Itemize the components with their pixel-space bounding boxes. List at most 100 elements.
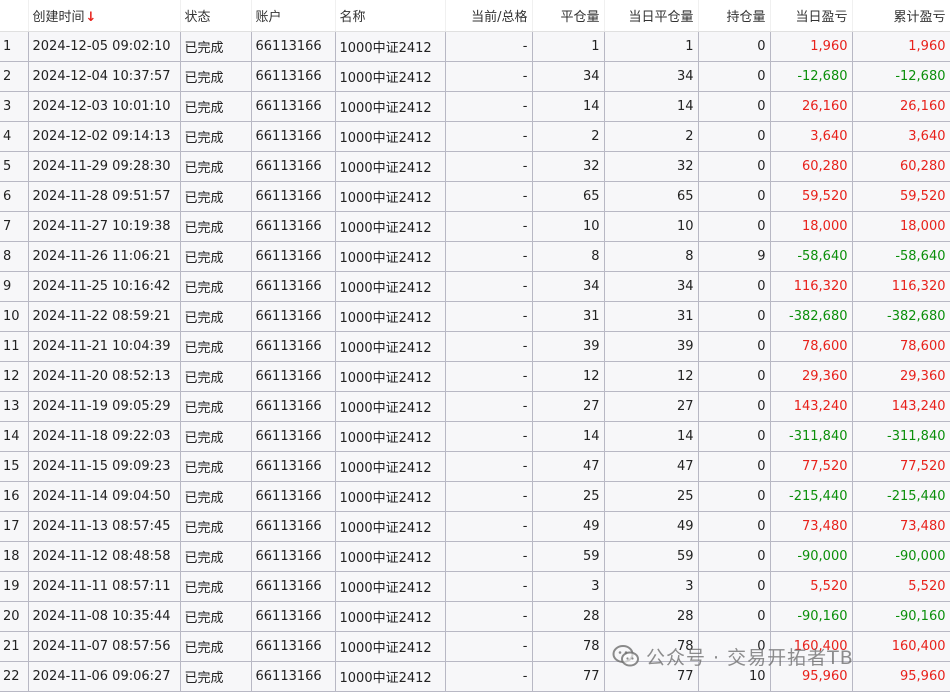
cell-cumulative-pnl: 78,600	[852, 331, 950, 362]
cell-created-time: 2024-11-22 08:59:21	[28, 301, 181, 332]
cell-created-time: 2024-11-12 08:48:58	[28, 541, 181, 572]
cell-today-close-qty: 78	[604, 631, 699, 662]
cell-status: 已完成	[180, 331, 252, 362]
cell-holding-qty: 0	[698, 271, 771, 302]
table-row[interactable]: 16 2024-11-14 09:04:50 已完成 66113166 1000中证24…	[0, 481, 950, 512]
cell-today-close-qty: 49	[604, 511, 699, 542]
cell-holding-qty: 0	[698, 121, 771, 152]
table-row[interactable]: 19 2024-11-11 08:57:11 已完成 66113166 1000中证24…	[0, 571, 950, 602]
cell-current-total: -	[445, 541, 533, 572]
cell-account: 66113166	[251, 481, 336, 512]
cell-holding-qty: 0	[698, 391, 771, 422]
table-row[interactable]: 12 2024-11-20 08:52:13 已完成 66113166 1000中证24…	[0, 361, 950, 392]
column-header-label: 创建时间	[32, 10, 85, 25]
cell-daily-pnl: 95,960	[770, 661, 853, 692]
column-header-account[interactable]: 账户	[251, 0, 336, 32]
cell-account: 66113166	[251, 91, 336, 122]
cell-index: 11	[0, 331, 29, 362]
table-row[interactable]: 11 2024-11-21 10:04:39 已完成 66113166 1000中证24…	[0, 331, 950, 362]
cell-daily-pnl: -382,680	[770, 301, 853, 332]
cell-cumulative-pnl: 5,520	[852, 571, 950, 602]
cell-current-total: -	[445, 91, 533, 122]
cell-today-close-qty: 14	[604, 421, 699, 452]
cell-today-close-qty: 34	[604, 271, 699, 302]
cell-current-total: -	[445, 481, 533, 512]
cell-created-time: 2024-11-26 11:06:21	[28, 241, 181, 272]
column-header-created-time[interactable]: 创建时间↓	[28, 0, 181, 32]
column-header-today-close-qty[interactable]: 当日平仓量	[604, 0, 699, 32]
cell-index: 17	[0, 511, 29, 542]
cell-name: 1000中证2412	[335, 31, 446, 62]
table-row[interactable]: 10 2024-11-22 08:59:21 已完成 66113166 1000中证24…	[0, 301, 950, 332]
cell-close-qty: 78	[532, 631, 605, 662]
table-row[interactable]: 18 2024-11-12 08:48:58 已完成 66113166 1000中证24…	[0, 541, 950, 572]
table-header: 创建时间↓ 状态 账户 名称 当前/总格 平仓量 当日平仓量 持仓量 当日盈亏 …	[0, 0, 950, 32]
cell-today-close-qty: 3	[604, 571, 699, 602]
table-row[interactable]: 8 2024-11-26 11:06:21 已完成 66113166 1000中证241…	[0, 241, 950, 272]
cell-holding-qty: 0	[698, 451, 771, 482]
cell-holding-qty: 0	[698, 541, 771, 572]
cell-created-time: 2024-11-14 09:04:50	[28, 481, 181, 512]
cell-daily-pnl: 29,360	[770, 361, 853, 392]
table-row[interactable]: 15 2024-11-15 09:09:23 已完成 66113166 1000中证24…	[0, 451, 950, 482]
cell-close-qty: 65	[532, 181, 605, 212]
column-header-cumulative-pnl[interactable]: 累计盈亏	[852, 0, 950, 32]
table-row[interactable]: 17 2024-11-13 08:57:45 已完成 66113166 1000中证24…	[0, 511, 950, 542]
cell-name: 1000中证2412	[335, 391, 446, 422]
cell-current-total: -	[445, 571, 533, 602]
cell-close-qty: 77	[532, 661, 605, 692]
table-row[interactable]: 6 2024-11-28 09:51:57 已完成 66113166 1000中证241…	[0, 181, 950, 212]
cell-current-total: -	[445, 241, 533, 272]
cell-status: 已完成	[180, 541, 252, 572]
cell-index: 10	[0, 301, 29, 332]
column-header-daily-pnl[interactable]: 当日盈亏	[770, 0, 853, 32]
cell-close-qty: 25	[532, 481, 605, 512]
cell-index: 1	[0, 31, 29, 62]
column-header-name[interactable]: 名称	[335, 0, 446, 32]
column-header-close-qty[interactable]: 平仓量	[532, 0, 605, 32]
cell-created-time: 2024-11-21 10:04:39	[28, 331, 181, 362]
cell-cumulative-pnl: 116,320	[852, 271, 950, 302]
cell-cumulative-pnl: 73,480	[852, 511, 950, 542]
cell-current-total: -	[445, 61, 533, 92]
cell-current-total: -	[445, 31, 533, 62]
column-header-status[interactable]: 状态	[180, 0, 252, 32]
cell-status: 已完成	[180, 451, 252, 482]
cell-current-total: -	[445, 601, 533, 632]
column-header-index[interactable]	[0, 0, 29, 32]
cell-account: 66113166	[251, 241, 336, 272]
cell-account: 66113166	[251, 571, 336, 602]
cell-holding-qty: 0	[698, 181, 771, 212]
table-row[interactable]: 22 2024-11-06 09:06:27 已完成 66113166 1000中证24…	[0, 661, 950, 692]
cell-today-close-qty: 12	[604, 361, 699, 392]
sort-descending-icon[interactable]: ↓	[86, 10, 97, 25]
table-row[interactable]: 2 2024-12-04 10:37:57 已完成 66113166 1000中证241…	[0, 61, 950, 92]
cell-name: 1000中证2412	[335, 361, 446, 392]
cell-daily-pnl: 18,000	[770, 211, 853, 242]
table-row[interactable]: 21 2024-11-07 08:57:56 已完成 66113166 1000中证24…	[0, 631, 950, 662]
table-row[interactable]: 20 2024-11-08 10:35:44 已完成 66113166 1000中证24…	[0, 601, 950, 632]
cell-today-close-qty: 2	[604, 121, 699, 152]
table-row[interactable]: 3 2024-12-03 10:01:10 已完成 66113166 1000中证241…	[0, 91, 950, 122]
table-row[interactable]: 13 2024-11-19 09:05:29 已完成 66113166 1000中证24…	[0, 391, 950, 422]
table-row[interactable]: 9 2024-11-25 10:16:42 已完成 66113166 1000中证241…	[0, 271, 950, 302]
cell-name: 1000中证2412	[335, 511, 446, 542]
table-row[interactable]: 4 2024-12-02 09:14:13 已完成 66113166 1000中证241…	[0, 121, 950, 152]
cell-index: 21	[0, 631, 29, 662]
cell-current-total: -	[445, 511, 533, 542]
cell-status: 已完成	[180, 361, 252, 392]
column-header-holding-qty[interactable]: 持仓量	[698, 0, 771, 32]
cell-index: 4	[0, 121, 29, 152]
cell-account: 66113166	[251, 271, 336, 302]
cell-today-close-qty: 8	[604, 241, 699, 272]
column-header-current-total[interactable]: 当前/总格	[445, 0, 533, 32]
cell-daily-pnl: 116,320	[770, 271, 853, 302]
table-row[interactable]: 7 2024-11-27 10:19:38 已完成 66113166 1000中证241…	[0, 211, 950, 242]
cell-created-time: 2024-11-18 09:22:03	[28, 421, 181, 452]
cell-cumulative-pnl: -382,680	[852, 301, 950, 332]
cell-daily-pnl: 59,520	[770, 181, 853, 212]
table-row[interactable]: 1 2024-12-05 09:02:10 已完成 66113166 1000中证241…	[0, 31, 950, 62]
table-row[interactable]: 5 2024-11-29 09:28:30 已完成 66113166 1000中证241…	[0, 151, 950, 182]
cell-account: 66113166	[251, 361, 336, 392]
table-row[interactable]: 14 2024-11-18 09:22:03 已完成 66113166 1000中证24…	[0, 421, 950, 452]
